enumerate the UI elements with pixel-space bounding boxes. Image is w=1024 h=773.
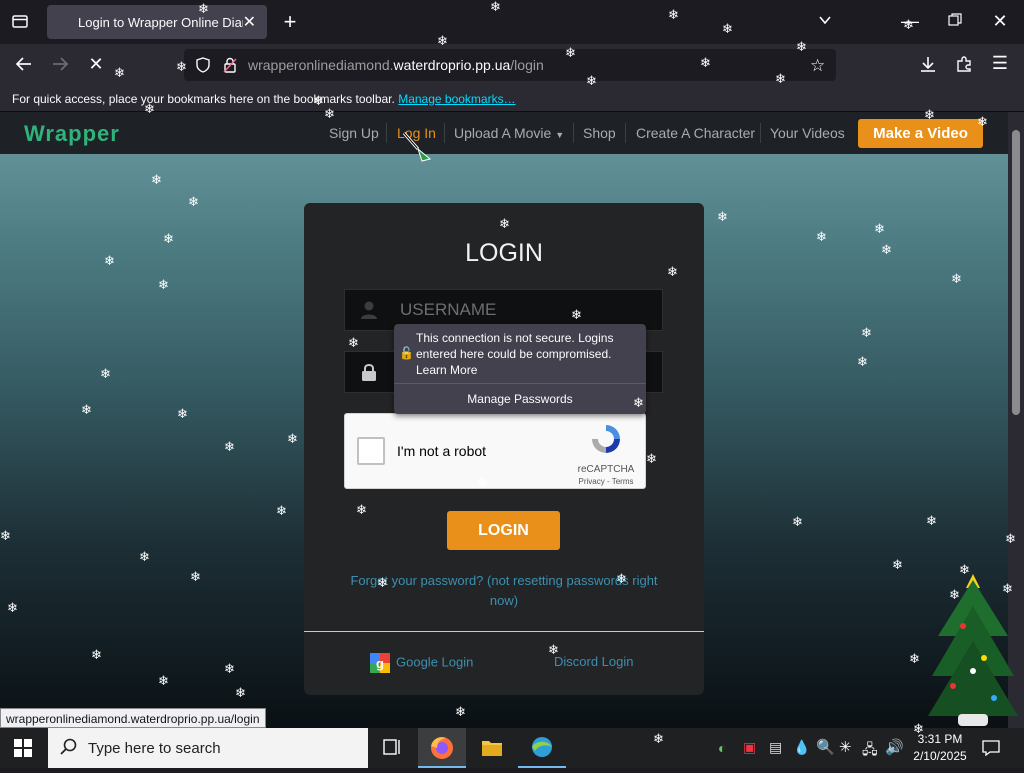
web-page: Wrapper Sign Up Log In Upload A Movie ▼ … (0, 112, 1008, 728)
make-video-button[interactable]: Make a Video (858, 119, 983, 148)
task-view-icon[interactable] (368, 728, 416, 768)
recaptcha-privacy-terms[interactable]: Privacy - Terms (573, 477, 639, 486)
system-clock[interactable]: 3:31 PM 2/10/2025 (910, 731, 970, 765)
stop-loading-icon[interactable]: ✕ (86, 55, 106, 73)
forgot-password-link[interactable]: Forgot your password? (not resetting pas… (344, 571, 664, 611)
google-login-link[interactable]: g Google Login (370, 653, 473, 673)
tray-app-icon[interactable]: ▤ (769, 739, 782, 756)
manage-bookmarks-link[interactable]: Manage bookmarks… (398, 92, 515, 106)
tray-app-icon[interactable]: ◐ (718, 740, 726, 756)
windows-start-icon[interactable] (14, 739, 32, 762)
login-submit-button[interactable]: LOGIN (447, 511, 560, 550)
tray-app-icon[interactable]: ✳ (839, 738, 852, 756)
svg-text:g: g (376, 656, 384, 671)
nav-separator (760, 123, 761, 143)
login-heading: LOGIN (465, 239, 543, 267)
discord-login-link[interactable]: Discord Login (554, 654, 634, 669)
recaptcha-checkbox[interactable] (357, 437, 385, 465)
nav-separator (625, 123, 626, 143)
magnifier-tray-icon[interactable]: 🔍 (816, 738, 835, 756)
recaptcha-label: I'm not a robot (397, 443, 487, 459)
downloads-icon[interactable] (918, 55, 938, 76)
shield-icon[interactable] (195, 57, 211, 78)
nav-your-videos[interactable]: Your Videos (770, 125, 845, 141)
browser-tab-bar: Login to Wrapper Online Diamond ✕ + — ✕ (0, 0, 1024, 44)
christmas-tree-image (928, 566, 1018, 733)
chevron-down-icon[interactable] (815, 12, 835, 31)
insecure-message: This connection is not secure. Logins en… (416, 331, 614, 377)
tray-app-icon[interactable]: ▣ (743, 739, 756, 756)
extensions-icon[interactable] (954, 55, 974, 76)
mouse-cursor-icon (402, 131, 436, 172)
caret-down-icon: ▼ (555, 130, 565, 140)
insecure-login-popup: 🔓 This connection is not secure. Logins … (394, 324, 646, 414)
login-card: LOGIN I'm not a robot reCAPTCHA Privacy … (304, 203, 704, 695)
learn-more-link[interactable]: Learn More (416, 363, 477, 377)
file-explorer-icon[interactable] (468, 728, 516, 768)
hamburger-menu-icon[interactable]: ☰ (990, 54, 1010, 72)
insecure-lock-icon: 🔓 (399, 346, 414, 360)
nav-upload-movie[interactable]: Upload A Movie ▼ (454, 125, 564, 141)
active-tab[interactable]: Login to Wrapper Online Diamond ✕ (47, 5, 267, 39)
tab-title: Login to Wrapper Online Diamond (78, 15, 243, 30)
volume-icon[interactable]: 🔊 (885, 738, 904, 756)
user-icon (359, 300, 379, 320)
restore-icon[interactable] (945, 12, 965, 30)
nav-separator (444, 123, 445, 143)
taskbar-search-box[interactable] (48, 728, 368, 768)
bookmark-star-icon[interactable]: ☆ (810, 56, 825, 76)
notifications-icon[interactable] (982, 739, 1000, 762)
scrollbar-thumb[interactable] (1012, 130, 1020, 415)
windows-taskbar: ◐ ▣ ▤ 💧 🔍 ✳ 🖧 🔊 3:31 PM 2/10/2025 (0, 728, 1024, 768)
network-icon[interactable]: 🖧 (862, 739, 878, 763)
nav-create-character[interactable]: Create A Character (636, 125, 755, 141)
google-icon: g (370, 653, 390, 673)
link-status-bar: wrapperonlinediamond.waterdroprio.pp.ua/… (0, 708, 266, 728)
url-text: wrapperonlinediamond.waterdroprio.pp.ua/… (248, 57, 544, 73)
bookmarks-toolbar: For quick access, place your bookmarks h… (0, 86, 1024, 112)
forward-arrow-icon[interactable] (50, 55, 70, 76)
manage-passwords-button[interactable]: Manage Passwords (394, 383, 646, 414)
nav-shop[interactable]: Shop (583, 125, 616, 141)
clock-date: 2/10/2025 (913, 749, 967, 763)
recaptcha-widget: I'm not a robot reCAPTCHA Privacy - Term… (344, 413, 646, 489)
nav-separator (573, 123, 574, 143)
username-input[interactable] (400, 298, 650, 322)
back-arrow-icon[interactable] (14, 55, 34, 76)
water-drop-icon[interactable]: 💧 (793, 739, 810, 756)
firefox-taskbar-icon[interactable] (418, 728, 466, 768)
recaptcha-logo-icon (589, 422, 623, 461)
bookmarks-hint: For quick access, place your bookmarks h… (12, 92, 516, 106)
navigation-toolbar: ✕ wrapperonlinediamond.waterdroprio.pp.u… (0, 44, 1024, 86)
insecure-lock-icon[interactable] (222, 56, 238, 79)
recaptcha-brand: reCAPTCHA (577, 464, 635, 475)
edge-taskbar-icon[interactable] (518, 728, 566, 768)
site-navbar: Wrapper Sign Up Log In Upload A Movie ▼ … (0, 112, 1008, 154)
taskbar-search-input[interactable] (88, 737, 358, 759)
list-all-tabs-icon[interactable] (10, 12, 30, 33)
close-window-icon[interactable]: ✕ (990, 12, 1010, 30)
clock-time: 3:31 PM (917, 732, 963, 746)
padlock-icon (359, 362, 379, 382)
nav-sign-up[interactable]: Sign Up (329, 125, 379, 141)
address-bar[interactable]: wrapperonlinediamond.waterdroprio.pp.ua/… (184, 49, 836, 81)
divider (304, 631, 704, 632)
search-icon (60, 738, 78, 761)
tab-close-icon[interactable]: ✕ (243, 12, 256, 32)
nav-separator (386, 123, 387, 143)
new-tab-icon[interactable]: + (280, 11, 300, 33)
site-logo[interactable]: Wrapper (24, 121, 120, 147)
minimize-icon[interactable]: — (900, 12, 920, 30)
